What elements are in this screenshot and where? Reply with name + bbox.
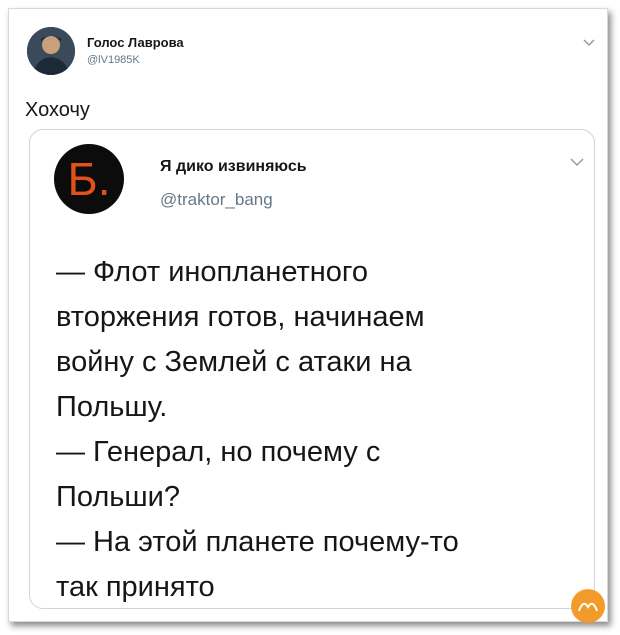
text-line: — На этой планете почему-то <box>56 526 459 558</box>
author-handle[interactable]: @lV1985K <box>87 54 140 66</box>
text-line: Польшу. <box>56 391 168 423</box>
author-name[interactable]: Голос Лаврова <box>87 35 184 50</box>
tweet-card: Голос Лаврова @lV1985K Хохочу Б. Я дико … <box>8 8 608 623</box>
text-line: войну с Землей с атаки на <box>56 346 412 378</box>
quoted-author-handle[interactable]: @traktor_bang <box>160 190 273 210</box>
tweet-text: Хохочу <box>25 99 90 121</box>
text-line: — Флот инопланетного <box>56 256 368 288</box>
text-line: — Генерал, но почему с <box>56 436 381 468</box>
watermark-logo <box>571 589 605 623</box>
quoted-tweet[interactable]: Б. Я дико извиняюсь @traktor_bang — Флот… <box>29 129 595 609</box>
avatar-image <box>27 27 75 75</box>
chevron-down-icon[interactable] <box>583 37 597 51</box>
tweet-header: Голос Лаврова @lV1985K <box>27 27 595 81</box>
text-line: так принято <box>56 571 215 603</box>
quoted-author-name[interactable]: Я дико извиняюсь <box>160 158 307 176</box>
text-line: вторжения готов, начинаем <box>56 301 425 333</box>
avatar[interactable] <box>27 27 75 75</box>
quoted-avatar[interactable]: Б. <box>54 144 124 214</box>
avatar-letter: Б. <box>67 153 111 205</box>
quoted-tweet-text: — Флот инопланетного вторжения готов, на… <box>56 250 576 610</box>
chevron-down-icon[interactable] <box>570 156 584 170</box>
text-line: Польши? <box>56 481 180 513</box>
